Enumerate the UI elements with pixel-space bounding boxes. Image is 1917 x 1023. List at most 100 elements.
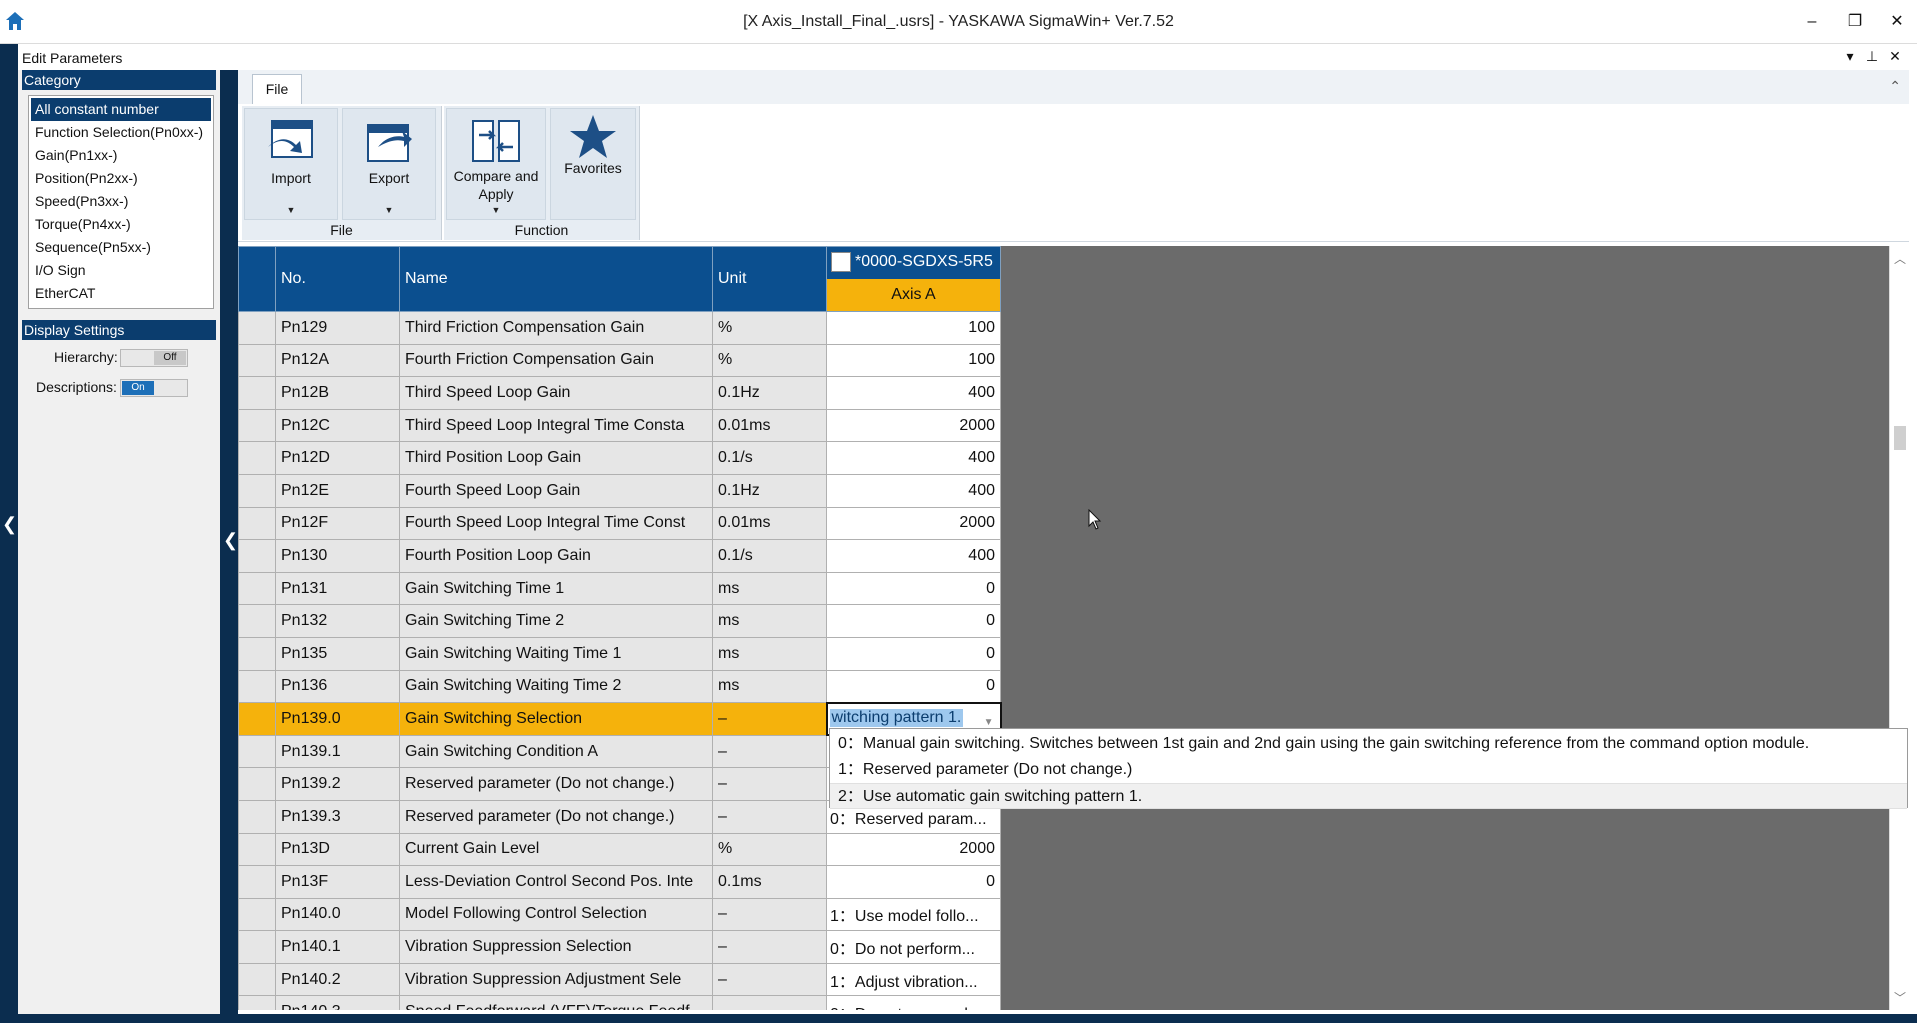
cell-value[interactable]: 400 (826, 539, 1001, 573)
cell-name: Third Speed Loop Gain (399, 376, 713, 410)
row-gutter (238, 865, 276, 899)
gain-switching-dropdown-list[interactable]: 0：Manual gain switching. Switches betwee… (829, 728, 1908, 809)
row-gutter (238, 636, 276, 671)
table-row[interactable]: Pn12E Fourth Speed Loop Gain 0.1Hz 400 (238, 473, 1001, 508)
cell-unit: 0.1Hz (712, 376, 827, 410)
chevron-left-icon[interactable]: ❮ (2, 514, 17, 535)
scroll-thumb[interactable] (1894, 426, 1906, 450)
cell-name: Third Position Loop Gain (399, 441, 713, 475)
cell-value[interactable]: 400 (826, 441, 1001, 475)
chevron-down-icon[interactable]: ▼ (984, 717, 994, 728)
ribbon-collapse-icon[interactable]: ⌃ (1889, 78, 1901, 95)
compare-and-apply-button[interactable]: Compare and Apply ▼ (446, 108, 546, 220)
row-gutter (238, 995, 276, 1010)
cell-value[interactable]: 0：Do not use mod... (826, 995, 1001, 1010)
gain-switching-combobox-value[interactable]: witching pattern 1. (829, 709, 964, 728)
table-row[interactable]: Pn13F Less-Deviation Control Second Pos. … (238, 865, 1001, 899)
vertical-scrollbar[interactable]: ︿ ﹀ (1889, 246, 1909, 1010)
navigation-strip[interactable]: ❮ (0, 44, 18, 1019)
table-row[interactable]: Pn12F Fourth Speed Loop Integral Time Con… (238, 506, 1001, 541)
cell-value[interactable]: 2000 (826, 832, 1001, 867)
column-header-unit[interactable]: Unit (712, 246, 827, 312)
table-row[interactable]: Pn131 Gain Switching Time 1 ms 0 (238, 571, 1001, 606)
category-item-ethercat[interactable]: EtherCAT (31, 282, 211, 305)
cell-value[interactable]: 2000 (826, 506, 1001, 541)
table-row[interactable]: Pn12C Third Speed Loop Integral Time Cons… (238, 408, 1001, 443)
cell-value[interactable]: 0 (826, 669, 1001, 704)
device-checkbox[interactable] (831, 251, 851, 272)
cell-value[interactable]: 1：Adjust vibration... (826, 962, 1001, 997)
table-row[interactable]: Pn129 Third Friction Compensation Gain% 10… (238, 311, 1001, 345)
panel-menu-icon[interactable]: ▾ (1841, 48, 1859, 65)
table-row[interactable]: Pn140.2 Vibration Suppression Adjustment … (238, 962, 1001, 997)
scroll-up-icon[interactable]: ︿ (1894, 250, 1906, 267)
column-header-name[interactable]: Name (399, 246, 713, 312)
cell-no: Pn132 (275, 604, 400, 638)
cell-value[interactable]: 0 (826, 865, 1001, 899)
parameter-table: No. Name Unit *0000-SGDXS-5R5 Axis A Pn1… (238, 246, 1002, 1010)
row-gutter (238, 734, 276, 769)
table-row[interactable]: Pn12D Third Position Loop Gain 0.1/s 400 (238, 441, 1001, 475)
table-row[interactable]: Pn132 Gain Switching Time 2 ms 0 (238, 604, 1001, 638)
cell-unit: ms (712, 669, 827, 704)
table-row[interactable]: Pn140.0 Model Following Control Selection… (238, 897, 1001, 932)
cell-unit: – (712, 962, 827, 997)
cell-value[interactable]: 1：Use model follo... (826, 897, 1001, 932)
cell-value[interactable]: 2000 (826, 408, 1001, 443)
descriptions-label: Descriptions: (36, 379, 117, 395)
column-header-axis: *0000-SGDXS-5R5 Axis A (826, 246, 1001, 312)
cell-value[interactable]: 0 (826, 604, 1001, 638)
import-button[interactable]: Import ▼ (244, 108, 338, 220)
cell-name: Vibration Suppression Selection (399, 930, 713, 964)
cell-name: Fourth Position Loop Gain (399, 539, 713, 573)
category-item-io-sign[interactable]: I/O Sign (31, 259, 211, 282)
export-button[interactable]: Export ▼ (342, 108, 436, 220)
table-row[interactable]: Pn130 Fourth Position Loop Gain 0.1/s 400 (238, 539, 1001, 573)
table-row[interactable]: Pn136 Gain Switching Waiting Time 2 ms 0 (238, 669, 1001, 704)
cell-value[interactable]: 0：Do not perform... (826, 930, 1001, 964)
table-row[interactable]: Pn12A Fourth Friction Compensation Gain% 1… (238, 343, 1001, 378)
sidebar-collapse-splitter[interactable]: ❮ (220, 70, 238, 1014)
pin-icon[interactable]: ⊥ (1863, 48, 1881, 65)
chevron-left-icon[interactable]: ❮ (223, 530, 238, 551)
table-row[interactable]: Pn135 Gain Switching Waiting Time 1 ms 0 (238, 636, 1001, 671)
minimize-button[interactable]: – (1797, 8, 1827, 36)
tab-file[interactable]: File (252, 74, 302, 104)
restore-button[interactable]: ❐ (1840, 8, 1870, 36)
category-item-gain[interactable]: Gain(Pn1xx-) (31, 144, 211, 167)
row-gutter (238, 343, 276, 378)
file-group-label: File (330, 222, 353, 238)
table-row[interactable]: Pn12B Third Speed Loop Gain 0.1Hz 400 (238, 376, 1001, 410)
category-item-position[interactable]: Position(Pn2xx-) (31, 167, 211, 190)
table-row[interactable]: Pn140.1 Vibration Suppression Selection –0… (238, 930, 1001, 964)
favorites-label: Favorites (564, 160, 622, 176)
cell-value[interactable]: 0 (826, 636, 1001, 671)
cell-no: Pn140.3 (275, 995, 400, 1010)
close-button[interactable]: ✕ (1882, 8, 1912, 36)
category-item-sequence[interactable]: Sequence(Pn5xx-) (31, 236, 211, 259)
favorites-button[interactable]: Favorites (550, 108, 636, 220)
descriptions-toggle[interactable]: On (120, 379, 188, 397)
dropdown-option-2[interactable]: 2：Use automatic gain switching pattern 1… (830, 783, 1907, 809)
hierarchy-toggle[interactable]: Off (120, 349, 188, 367)
column-header-no[interactable]: No. (275, 246, 400, 312)
category-item-torque[interactable]: Torque(Pn4xx-) (31, 213, 211, 236)
table-row[interactable]: Pn140.3Speed Feedforward (VFF)/Torque Fe… (238, 995, 1001, 1010)
cell-value[interactable]: 100 (826, 343, 1001, 378)
dropdown-option-1[interactable]: 1：Reserved parameter (Do not change.) (830, 757, 1907, 783)
cell-value[interactable]: 400 (826, 473, 1001, 508)
category-item-function-selection[interactable]: Function Selection(Pn0xx-) (31, 121, 211, 144)
cell-value[interactable]: 400 (826, 376, 1001, 410)
category-item-speed[interactable]: Speed(Pn3xx-) (31, 190, 211, 213)
table-row[interactable]: Pn13D Current Gain Level% 2000 (238, 832, 1001, 867)
cell-unit: 0.1/s (712, 441, 827, 475)
scroll-down-icon[interactable]: ﹀ (1894, 989, 1906, 1006)
cell-value[interactable]: 0 (826, 571, 1001, 606)
dropdown-option-0[interactable]: 0：Manual gain switching. Switches betwee… (830, 731, 1907, 757)
cell-no: Pn135 (275, 636, 400, 671)
cell-value[interactable]: 100 (826, 311, 1001, 345)
cell-no: Pn13D (275, 832, 400, 867)
category-item-all[interactable]: All constant number (31, 98, 211, 121)
panel-close-icon[interactable]: ✕ (1886, 48, 1904, 65)
cell-unit: ms (712, 571, 827, 606)
